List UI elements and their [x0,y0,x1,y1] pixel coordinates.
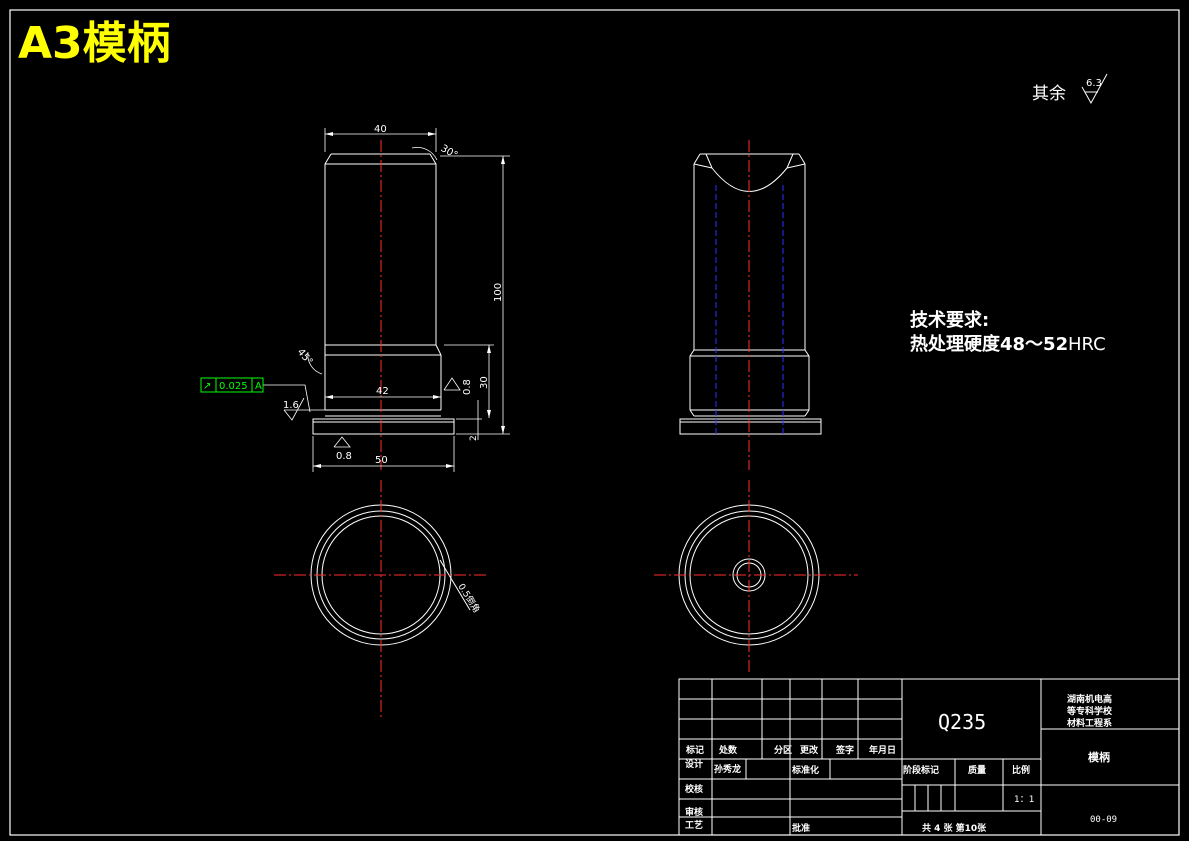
dim-top-width: 40 [374,124,387,135]
design-label: 设计 [685,758,703,770]
process-label: 工艺 [685,819,703,831]
dim-neck-angle: 45° [295,347,315,368]
drawing-title: A3模柄 [18,18,171,69]
approve-label: 批准 [792,822,810,834]
drawing-border [9,9,1180,836]
roughness-left: 1.6 [283,400,299,411]
col-label-change: 更改 [800,744,819,756]
roughness-note-value: 6.3 [1086,78,1102,89]
col-label-count: 处数 [718,744,738,756]
scale-label: 比例 [1012,764,1030,776]
dim-flange-thickness: 2 [469,435,479,441]
standardization-label: 标准化 [791,764,819,776]
dim-neck-height: 30 [479,376,490,389]
dim-flange-width: 50 [375,455,388,466]
col-label-date: 年月日 [869,744,896,756]
cad-drawing: A3模柄 其余 6.3 技术要求: 热处理硬度48～52 HRC 40 30° … [0,0,1189,841]
col-label-mark: 标记 [685,744,704,756]
title-block-part-name: 模柄 [1088,750,1110,764]
weight-label: 质量 [968,764,986,776]
dim-neck-diameter: 42 [376,386,389,397]
tech-requirements: 技术要求: 热处理硬度48～52 HRC [910,309,1106,355]
left-dim-arrows [313,132,505,468]
tolerance-datum: A [255,381,262,392]
tech-requirements-heading: 技术要求: [910,309,989,331]
title-block-school-3: 材料工程系 [1066,717,1112,729]
check-label: 校核 [685,783,703,795]
title-block-material: Q235 [938,710,986,734]
col-label-zone: 分区 [774,744,792,756]
drawing-sheet: A3模柄 其余 6.3 技术要求: 热处理硬度48～52 HRC 40 30° … [9,9,1180,836]
col-label-sign: 签字 [835,744,854,756]
sheet-count: 共 4 张 第10张 [922,822,987,834]
scale-value: 1：1 [1014,795,1034,805]
roughness-note-label: 其余 [1032,84,1066,104]
dim-total-height: 100 [493,283,504,302]
tech-requirements-line1: 热处理硬度48～52 [910,333,1068,355]
tolerance-frame: ↗ 0.025 A [200,377,264,393]
stage-mark-label: 阶段标记 [903,764,939,776]
tech-requirements-unit: HRC [1068,334,1106,355]
title-block-school-1: 湖南机电高 [1067,693,1112,705]
tolerance-value: 0.025 [219,381,248,392]
review-label: 审核 [685,806,703,818]
left-dimensions [263,128,510,472]
designer-name: 孙秀龙 [714,763,741,775]
circle-note: 0.5倒角 [455,581,482,615]
title-block-drawing-no: 00-09 [1090,815,1117,825]
dim-chamfer-angle: 30° [439,143,460,161]
right-section-view [679,153,822,435]
title-block-school-2: 等专科学校 [1066,705,1113,717]
tolerance-symbol: ↗ [203,381,211,392]
roughness-bottom: 0.8 [336,451,352,462]
roughness-right: 0.8 [462,379,473,395]
roughness-note: 其余 6.3 [1032,73,1108,105]
